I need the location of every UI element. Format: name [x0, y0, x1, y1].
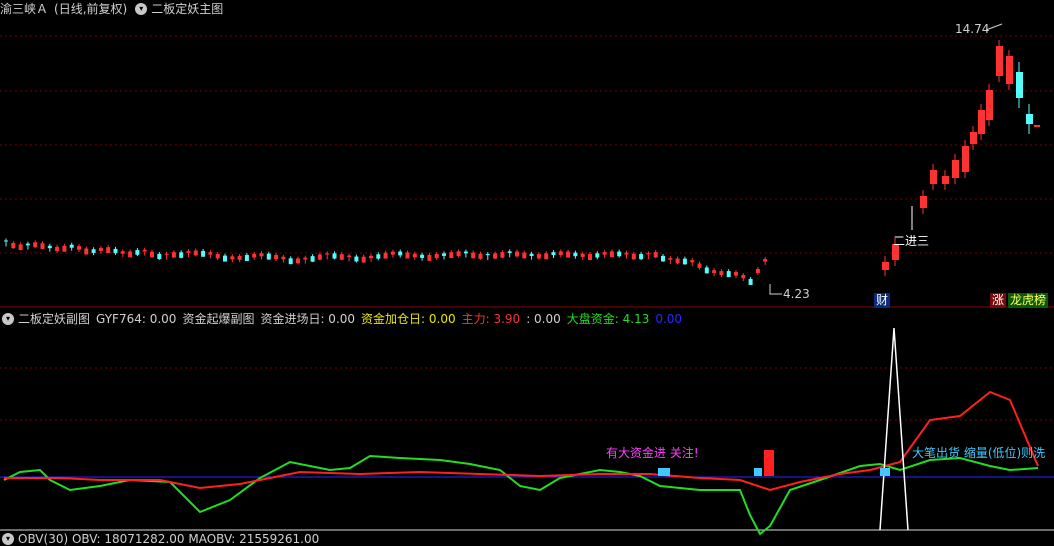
sub-chart-panel: [0, 327, 1054, 536]
sub-value-7: 0.00: [655, 312, 683, 326]
sub-value-5: : 0.00: [526, 312, 561, 326]
signal-bar: [880, 468, 890, 476]
signal-bar: [764, 450, 774, 476]
sub-indicator-dropdown-icon[interactable]: ▾: [2, 313, 14, 325]
sub-value-6: 大盘资金: 4.13: [566, 312, 650, 326]
sub-panel-header: ▾ 二板定妖副图 GYF764: 0.00 资金起爆副图 资金进场日: 0.00 资金…: [0, 310, 688, 328]
sub-indicator-name[interactable]: 二板定妖副图: [18, 310, 90, 328]
sub-value-1: 资金起爆副图: [182, 312, 255, 326]
sub-value-0: GYF764: 0.00: [96, 312, 177, 326]
sub-value-3: 资金加仓日: 0.00: [361, 312, 456, 326]
obv-dropdown-icon[interactable]: ▾: [2, 533, 14, 545]
spike-line: [879, 327, 909, 531]
wash-annotation: 大笔出货 缩量(低位)则洗: [912, 446, 1046, 460]
signal-bar: [658, 468, 670, 476]
sub-value-4: 主力: 3.90: [461, 312, 521, 326]
sub-value-2: 资金进场日: 0.00: [260, 312, 356, 326]
sub-indicator-values: GYF764: 0.00 资金起爆副图 资金进场日: 0.00 资金加仓日: 0.00…: [96, 310, 688, 328]
bottom-panel-header: ▾ OBV(30) OBV: 18071282.00 MAOBV: 215592…: [0, 532, 325, 546]
attention-annotation: 有大资金进 关注!: [606, 446, 699, 460]
signal-bar: [754, 468, 762, 476]
obv-values: OBV(30) OBV: 18071282.00 MAOBV: 21559261…: [18, 532, 320, 546]
